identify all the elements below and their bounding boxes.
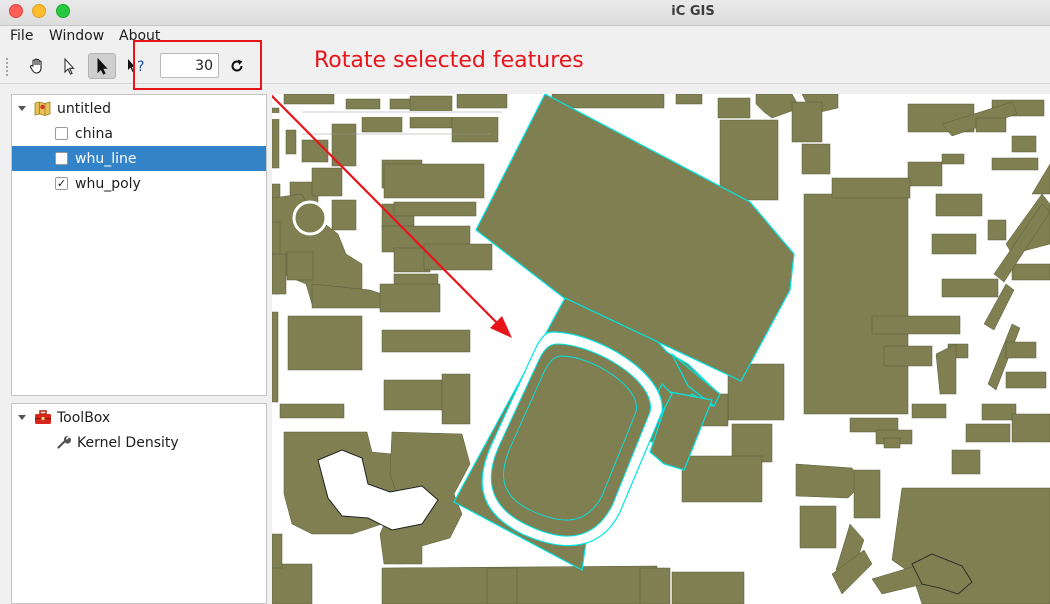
layer-row[interactable]: china [12,121,266,146]
filled-arrow-icon [97,57,108,75]
select-tool-button[interactable] [55,53,83,79]
map-icon [34,101,51,116]
layer-row[interactable]: whu_line [12,146,266,171]
toolbox-root-row[interactable]: ToolBox [12,405,266,430]
road-lines [272,111,502,119]
layer-label: whu_line [75,150,137,167]
map-features [272,94,1050,604]
expand-caret-icon[interactable] [18,415,26,420]
layer-tree-panel: untitled china whu_line ✓ whu_poly [11,94,267,396]
toolbox-title: ToolBox [57,409,111,426]
layer-visibility-checkbox[interactable]: ✓ [55,177,68,190]
tool-row[interactable]: Kernel Density [12,430,266,455]
toolbox-icon [35,410,51,424]
expand-caret-icon[interactable] [18,106,26,111]
wrench-icon [57,435,71,449]
layer-row[interactable]: ✓ whu_poly [12,171,266,196]
window-title: iC GIS [671,4,715,19]
layer-visibility-checkbox[interactable] [55,127,68,140]
toolbox-panel: ToolBox Kernel Density [11,403,267,604]
map-canvas[interactable] [272,94,1050,604]
layer-label: china [75,125,113,142]
layer-group-row[interactable]: untitled [12,96,266,121]
annotation-label: Rotate selected features [314,48,584,73]
tool-label: Kernel Density [77,434,179,451]
toolbar-grip[interactable] [5,57,9,77]
layer-label: whu_poly [75,175,141,192]
annotation-highlight-box [133,40,262,90]
arrow-pointer-icon [64,57,75,75]
hand-icon [29,58,42,74]
layer-visibility-checkbox[interactable] [55,152,68,165]
layer-group-label: untitled [57,100,112,117]
round-building [292,200,328,236]
pan-tool-button[interactable] [23,53,51,79]
edit-select-tool-button[interactable] [88,53,116,79]
title-bar: iC GIS [0,0,1050,26]
menu-window[interactable]: Window [49,28,104,44]
menu-file[interactable]: File [10,28,33,44]
